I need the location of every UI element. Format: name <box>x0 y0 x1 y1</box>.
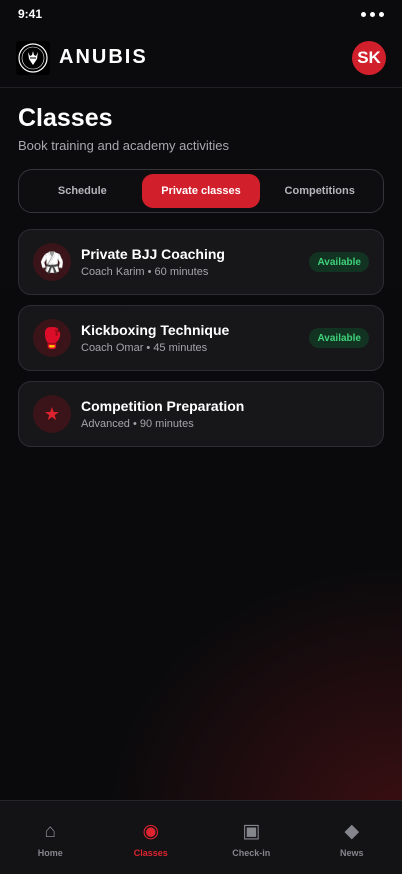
nav-home[interactable]: ⌂ Home <box>0 801 101 874</box>
gi-uniform-icon: 🥋 <box>33 243 71 281</box>
star-icon: ★ <box>33 395 71 433</box>
nav-label: Check-in <box>232 848 271 858</box>
availability-badge: Available <box>309 328 369 348</box>
status-bar: 9:41 <box>0 0 402 28</box>
nav-label: Home <box>37 848 63 858</box>
availability-badge: Available <box>309 252 369 272</box>
status-time: 9:41 <box>18 7 43 21</box>
tab-competitions[interactable]: Competitions <box>260 174 379 208</box>
nav-news[interactable]: ◆ News <box>302 801 402 874</box>
page-title: Classes <box>18 104 113 132</box>
news-icon: ◆ <box>344 821 360 842</box>
boxing-glove-icon: 🥊 <box>33 319 71 357</box>
class-title: Private BJJ Coaching <box>81 246 225 262</box>
tab-private-classes[interactable]: Private classes <box>141 174 261 208</box>
nav-label: News <box>339 848 364 858</box>
class-info: Competition Preparation Advanced • 90 mi… <box>81 398 244 430</box>
home-icon: ⌂ <box>44 821 56 842</box>
nav-check-in[interactable]: ▣ Check-in <box>201 801 302 874</box>
class-type-tabs: Schedule Private classes Competitions <box>18 169 384 213</box>
tab-schedule[interactable]: Schedule <box>23 174 142 208</box>
class-title: Kickboxing Technique <box>81 322 230 338</box>
bottom-navigation: ⌂ Home ◉ Classes ▣ Check-in ◆ News <box>0 800 402 874</box>
brand-name: ANUBIS <box>59 46 148 68</box>
class-info: Private BJJ Coaching Coach Karim • 60 mi… <box>81 246 225 278</box>
app-header: ANUBIS SK <box>0 28 402 88</box>
class-card-competition-prep[interactable]: ★ Competition Preparation Advanced • 90 … <box>18 381 384 447</box>
user-avatar[interactable]: SK <box>352 40 386 75</box>
classes-icon: ◉ <box>142 821 160 842</box>
class-title: Competition Preparation <box>81 398 245 414</box>
anubis-logo[interactable] <box>16 40 50 75</box>
class-meta: Coach Karim • 60 minutes <box>81 266 209 278</box>
page-subtitle: Book training and academy activities <box>18 138 230 153</box>
class-meta: Advanced • 90 minutes <box>81 418 194 430</box>
class-info: Kickboxing Technique Coach Omar • 45 min… <box>81 322 229 354</box>
more-dots-icon <box>361 11 384 17</box>
avatar-initials: SK <box>357 47 381 67</box>
class-card-private-bjj[interactable]: 🥋 Private BJJ Coaching Coach Karim • 60 … <box>18 229 384 295</box>
nav-classes[interactable]: ◉ Classes <box>101 801 202 874</box>
check-in-icon: ▣ <box>242 821 261 842</box>
class-card-kickboxing[interactable]: 🥊 Kickboxing Technique Coach Omar • 45 m… <box>18 305 384 371</box>
class-meta: Coach Omar • 45 minutes <box>81 342 208 354</box>
nav-label: Classes <box>133 848 168 858</box>
